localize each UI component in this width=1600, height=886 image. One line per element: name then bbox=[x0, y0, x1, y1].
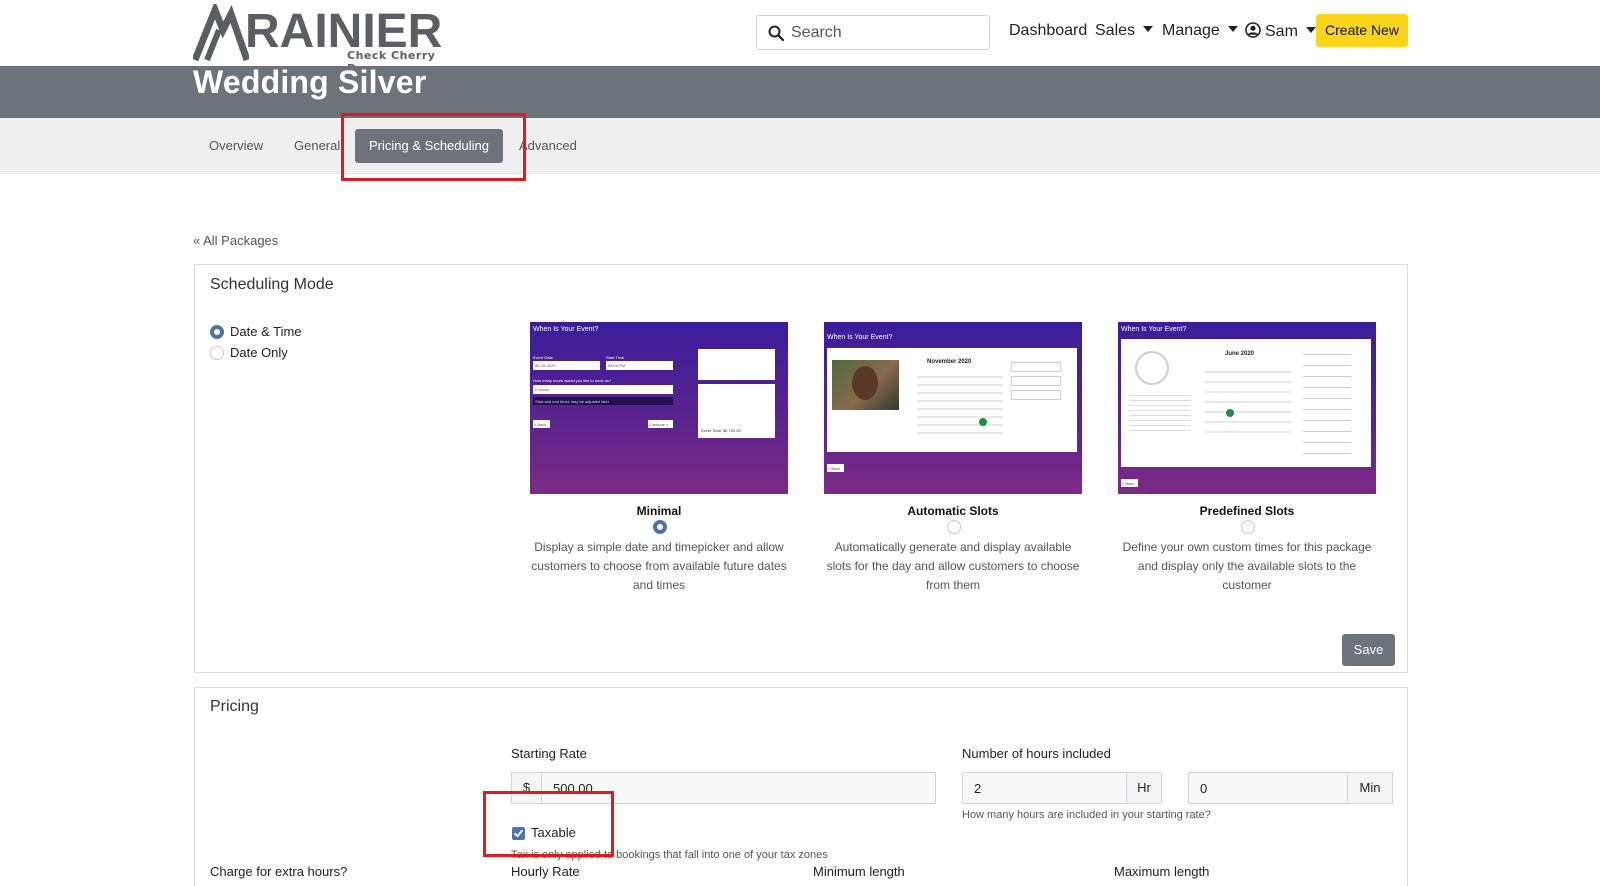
start-time-field: 05:00 PM bbox=[606, 361, 673, 370]
nav-sales[interactable]: Sales bbox=[1095, 22, 1154, 40]
preview-portrait bbox=[832, 360, 899, 410]
preview-badge bbox=[1135, 351, 1169, 385]
top-navbar: RAINIER Check Cherry Demo Dashboard Sale… bbox=[0, 0, 1600, 75]
option-automatic-title: Automatic Slots bbox=[907, 504, 999, 518]
search-icon bbox=[768, 25, 784, 41]
save-button[interactable]: Save bbox=[1342, 634, 1395, 666]
all-packages-link[interactable]: « All Packages bbox=[193, 233, 278, 248]
chevron-down-icon bbox=[1305, 27, 1316, 33]
search-input[interactable] bbox=[787, 16, 987, 49]
hours-help-text: How many hours are included in your star… bbox=[962, 809, 1211, 821]
preview-selected-day bbox=[979, 418, 987, 426]
minimum-length-label: Minimum length bbox=[813, 864, 905, 879]
preview-note: Start and end times may be adjusted late… bbox=[535, 399, 610, 404]
hours-select: 2 Hours bbox=[533, 385, 673, 394]
tab-overview[interactable]: Overview bbox=[209, 138, 263, 153]
preview-calendar-grid bbox=[917, 370, 1003, 434]
automatic-slots-preview-image[interactable]: When Is Your Event? November 2020 « Back bbox=[824, 322, 1082, 494]
preview-calendar-card: November 2020 bbox=[827, 348, 1077, 452]
preview-back-label: « Back bbox=[1122, 481, 1135, 486]
preview-slot bbox=[1011, 362, 1061, 372]
start-time-value: 05:00 PM bbox=[608, 363, 626, 368]
preview-heading: When Is Your Event? bbox=[1121, 326, 1187, 333]
hours-select-value: 2 Hours bbox=[535, 387, 550, 392]
scheduling-mode-heading: Scheduling Mode bbox=[210, 276, 334, 293]
preview-slot bbox=[1011, 390, 1061, 400]
maximum-length-label: Maximum length bbox=[1114, 864, 1210, 879]
hours-included-input[interactable]: 2 bbox=[962, 772, 1127, 804]
nav-user-label: Sam bbox=[1265, 23, 1298, 40]
event-date-label: Event Date bbox=[533, 355, 553, 360]
preview-contact-card bbox=[698, 349, 775, 380]
option-predefined-description: Define your own custom times for this pa… bbox=[1122, 540, 1372, 592]
preview-note-bar: Start and end times may be adjusted late… bbox=[533, 397, 673, 405]
hours-included-label: Number of hours included bbox=[962, 746, 1111, 761]
annotation-highlight-tab bbox=[341, 113, 526, 181]
radio-date-only[interactable] bbox=[210, 346, 224, 360]
preview-continue-button: Continue » bbox=[648, 420, 673, 428]
minutes-included-input[interactable]: 0 bbox=[1188, 772, 1348, 804]
user-circle-icon bbox=[1245, 22, 1261, 38]
preview-back-label: « Back bbox=[534, 422, 547, 427]
nav-sales-label: Sales bbox=[1095, 22, 1136, 39]
minimal-preview-image[interactable]: When Is Your Event? Event Date Start Tim… bbox=[530, 322, 788, 494]
search-box[interactable] bbox=[756, 15, 990, 50]
option-minimal-title: Minimal bbox=[636, 504, 682, 518]
extra-hours-label: Charge for extra hours? bbox=[210, 864, 348, 879]
radio-date-time-label: Date & Time bbox=[230, 324, 302, 339]
radio-date-time[interactable] bbox=[210, 325, 224, 339]
preview-calendar-card: June 2020 bbox=[1121, 339, 1371, 467]
nav-manage[interactable]: Manage bbox=[1162, 22, 1238, 40]
chevron-down-icon bbox=[1227, 26, 1238, 32]
page-title: Wedding Silver bbox=[193, 64, 427, 100]
preview-continue-label: Continue » bbox=[649, 422, 669, 427]
preview-back-label: « Back bbox=[828, 466, 841, 471]
preview-back-button: « Back bbox=[533, 420, 550, 428]
radio-option-predefined[interactable] bbox=[1241, 520, 1255, 534]
radio-option-automatic[interactable] bbox=[947, 520, 961, 534]
preview-selected-day bbox=[1226, 409, 1234, 417]
preview-calendar-grid bbox=[1205, 363, 1291, 441]
starting-rate-label: Starting Rate bbox=[511, 746, 587, 761]
event-date-field: 06-29-2020 bbox=[533, 361, 600, 370]
preview-heading: When Is Your Event? bbox=[533, 326, 599, 333]
radio-date-only-label: Date Only bbox=[230, 345, 288, 360]
preview-heading: When Is Your Event? bbox=[827, 334, 893, 341]
pricing-heading: Pricing bbox=[210, 698, 259, 715]
preview-month: June 2020 bbox=[1225, 351, 1255, 357]
nav-manage-label: Manage bbox=[1162, 22, 1220, 39]
minutes-included-value: 0 bbox=[1200, 781, 1208, 796]
option-minimal-description: Display a simple date and timepicker and… bbox=[531, 540, 787, 592]
event-date-value: 06-29-2020 bbox=[535, 363, 556, 368]
scheduling-mode-panel: Scheduling Mode Date & Time Date Only Wh… bbox=[194, 264, 1408, 673]
rainier-logo[interactable]: RAINIER Check Cherry Demo bbox=[193, 4, 453, 75]
preview-event-total: Event Total: $2,700.00 bbox=[701, 428, 741, 433]
hours-included-value: 2 bbox=[974, 781, 982, 796]
preview-order-card: Event Total: $2,700.00 bbox=[698, 384, 775, 438]
preview-back-button: « Back bbox=[827, 464, 844, 472]
chevron-down-icon bbox=[1143, 26, 1154, 32]
nav-dashboard[interactable]: Dashboard bbox=[1009, 22, 1087, 40]
preview-feature-list bbox=[1129, 391, 1191, 435]
annotation-highlight-taxable bbox=[483, 791, 614, 857]
option-automatic-description: Automatically generate and display avail… bbox=[826, 540, 1080, 592]
tab-general[interactable]: General bbox=[294, 138, 340, 153]
hours-unit-addon: Hr bbox=[1126, 772, 1162, 804]
mountain-icon bbox=[193, 4, 249, 62]
nav-user-menu[interactable]: Sam bbox=[1245, 22, 1316, 41]
radio-option-minimal[interactable] bbox=[653, 520, 667, 534]
hourly-rate-label: Hourly Rate bbox=[511, 864, 580, 879]
start-time-label: Start Time bbox=[606, 355, 625, 360]
preview-slot-list bbox=[1303, 347, 1351, 459]
pricing-panel: Pricing Starting Rate $ 500.00 Number of… bbox=[194, 687, 1408, 886]
hours-question: How many hours would you like to book us… bbox=[533, 378, 612, 383]
predefined-slots-preview-image[interactable]: When Is Your Event? June 2020 « Back bbox=[1118, 322, 1376, 494]
preview-back-button: « Back bbox=[1121, 479, 1138, 487]
option-predefined-title: Predefined Slots bbox=[1199, 504, 1295, 518]
preview-month: November 2020 bbox=[927, 359, 972, 365]
minutes-unit-addon: Min bbox=[1347, 772, 1393, 804]
create-new-button[interactable]: Create New bbox=[1316, 14, 1408, 47]
preview-slot bbox=[1011, 376, 1061, 386]
tab-advanced[interactable]: Advanced bbox=[519, 138, 577, 153]
